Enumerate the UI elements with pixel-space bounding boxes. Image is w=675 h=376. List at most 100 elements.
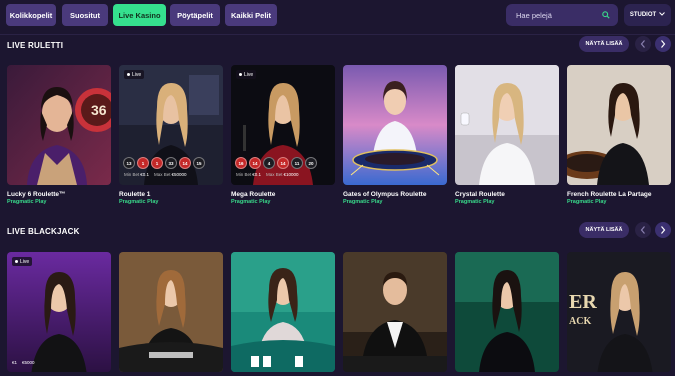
search-placeholder: Hae pelejä: [516, 10, 552, 20]
next-blackjack-button[interactable]: [655, 222, 671, 238]
game-provider: Pragmatic Play: [455, 199, 495, 205]
game-card-blackjack-4[interactable]: [343, 252, 447, 372]
live-label: Live: [244, 71, 254, 78]
min-bet: €1: [12, 360, 18, 365]
chevron-right-icon: [661, 226, 666, 234]
min-bet: €0.1: [140, 172, 150, 177]
chevron-right-icon: [661, 40, 666, 48]
live-badge: Live: [236, 70, 257, 79]
section-title-blackjack: LIVE BLACKJACK: [7, 227, 80, 236]
recent-results: 13 1 1 33 14 15: [123, 157, 205, 169]
svg-text:36: 36: [91, 102, 107, 118]
tab-kaikki-pelit[interactable]: Kaikki Pelit: [225, 4, 277, 26]
studio-label: STUDIOT: [629, 12, 657, 18]
game-provider: Pragmatic Play: [343, 199, 383, 205]
show-more-roulette-button[interactable]: NÄYTÄ LISÄÄ: [579, 36, 629, 52]
game-card-crystal-roulette[interactable]: Crystal Roulette Pragmatic Play: [455, 65, 559, 205]
result-number: 20: [305, 157, 317, 169]
game-card-mega-roulette[interactable]: Live 16 14 4 14 11 20 Min Bet€0.1 Max Be…: [231, 65, 335, 205]
game-thumbnail[interactable]: 36: [7, 65, 111, 185]
max-bet-label: Max Bet: [154, 172, 171, 177]
prev-roulette-button[interactable]: [635, 36, 651, 52]
game-thumbnail[interactable]: [567, 65, 671, 185]
chevron-left-icon: [640, 40, 645, 48]
next-roulette-button[interactable]: [655, 36, 671, 52]
live-badge: Live: [12, 257, 33, 266]
game-thumbnail[interactable]: [455, 252, 559, 372]
result-number: 15: [193, 157, 205, 169]
game-card-blackjack-3[interactable]: [231, 252, 335, 372]
result-number: 16: [235, 157, 247, 169]
game-provider: Pragmatic Play: [567, 199, 607, 205]
game-title[interactable]: Gates of Olympus Roulette: [343, 191, 426, 198]
prev-blackjack-button[interactable]: [635, 222, 651, 238]
max-bet: €50000: [171, 172, 187, 177]
svg-text:ACK: ACK: [569, 316, 591, 327]
min-bet-label: Min Bet: [124, 172, 140, 177]
game-thumbnail[interactable]: [455, 65, 559, 185]
game-card-blackjack-6[interactable]: ER ACK: [567, 252, 671, 372]
min-bet: €0.1: [252, 172, 262, 177]
game-provider: Pragmatic Play: [231, 199, 271, 205]
chevron-left-icon: [640, 226, 645, 234]
game-title[interactable]: Crystal Roulette: [455, 191, 505, 198]
game-title[interactable]: French Roulette La Partage: [567, 191, 652, 198]
game-title[interactable]: Lucky 6 Roulette™: [7, 191, 66, 198]
game-thumbnail[interactable]: [119, 252, 223, 372]
game-thumbnail[interactable]: Live €1 €5000: [7, 252, 111, 372]
result-number: 14: [277, 157, 289, 169]
game-provider: Pragmatic Play: [119, 199, 159, 205]
section-title-roulette: LIVE RULETTI: [7, 41, 64, 50]
result-number: 33: [165, 157, 177, 169]
result-number: 14: [179, 157, 191, 169]
game-title[interactable]: Roulette 1: [119, 191, 150, 198]
bet-limits: Min Bet€0.1 Max Bet€10000: [236, 172, 299, 177]
tab-kolikkopelit[interactable]: Kolikkopelit: [6, 4, 56, 26]
live-label: Live: [20, 258, 30, 265]
max-bet-label: Max Bet: [266, 172, 283, 177]
result-number: 4: [263, 157, 275, 169]
game-thumbnail[interactable]: ER ACK: [567, 252, 671, 372]
tab-poytapelit[interactable]: Pöytäpelit: [170, 4, 220, 26]
search-input[interactable]: Hae pelejä: [506, 4, 618, 26]
recent-results: 16 14 4 14 11 20: [235, 157, 317, 169]
max-bet: €5000: [22, 360, 35, 365]
chevron-down-icon: [659, 12, 666, 18]
top-navigation: Kolikkopelit Suositut Live Kasino Pöytäp…: [0, 0, 675, 32]
studio-dropdown[interactable]: STUDIOT: [624, 4, 671, 26]
result-number: 1: [151, 157, 163, 169]
game-thumbnail[interactable]: Live 13 1 1 33 14 15 Min Bet€0.1 Max Bet…: [119, 65, 223, 185]
game-thumbnail[interactable]: [343, 65, 447, 185]
result-number: 13: [123, 157, 135, 169]
game-provider: Pragmatic Play: [7, 199, 47, 205]
search-icon[interactable]: [598, 7, 614, 23]
svg-text:ER: ER: [569, 291, 597, 313]
show-more-blackjack-button[interactable]: NÄYTÄ LISÄÄ: [579, 222, 629, 238]
game-card-blackjack-1[interactable]: Live €1 €5000: [7, 252, 111, 372]
bet-limits: €1 €5000: [12, 360, 35, 365]
live-label: Live: [132, 71, 142, 78]
game-card-blackjack-2[interactable]: [119, 252, 223, 372]
bet-limits: Min Bet€0.1 Max Bet€50000: [124, 172, 187, 177]
result-number: 14: [249, 157, 261, 169]
game-thumbnail[interactable]: [343, 252, 447, 372]
result-number: 11: [291, 157, 303, 169]
live-dot-icon: [239, 73, 242, 76]
game-card-gates-of-olympus-roulette[interactable]: Gates of Olympus Roulette Pragmatic Play: [343, 65, 447, 205]
game-thumbnail[interactable]: Live 16 14 4 14 11 20 Min Bet€0.1 Max Be…: [231, 65, 335, 185]
game-card-roulette-1[interactable]: Live 13 1 1 33 14 15 Min Bet€0.1 Max Bet…: [119, 65, 223, 205]
live-badge: Live: [124, 70, 145, 79]
game-title[interactable]: Mega Roulette: [231, 191, 275, 198]
tab-live-kasino[interactable]: Live Kasino: [113, 4, 166, 26]
result-number: 1: [137, 157, 149, 169]
min-bet-label: Min Bet: [236, 172, 252, 177]
max-bet: €10000: [283, 172, 299, 177]
game-card-blackjack-5[interactable]: [455, 252, 559, 372]
header-divider: [0, 34, 675, 35]
live-dot-icon: [15, 260, 18, 263]
tab-suositut[interactable]: Suositut: [62, 4, 108, 26]
game-card-french-roulette-la-partage[interactable]: French Roulette La Partage Pragmatic Pla…: [567, 65, 671, 205]
live-dot-icon: [127, 73, 130, 76]
game-thumbnail[interactable]: [231, 252, 335, 372]
game-card-lucky-6-roulette[interactable]: 36 Lucky 6 Roulette™ Pragmatic Play: [7, 65, 111, 205]
